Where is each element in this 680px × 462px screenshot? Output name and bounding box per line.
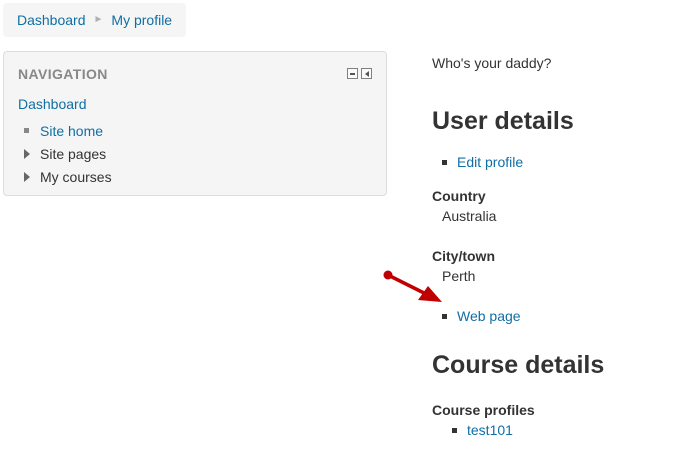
nav-item-label[interactable]: My courses: [40, 169, 112, 185]
user-details-heading: User details: [432, 107, 574, 135]
square-bullet-icon: [442, 159, 447, 165]
city-value: Perth: [442, 268, 476, 284]
breadcrumb-my-profile[interactable]: My profile: [111, 12, 172, 28]
profile-description: Who's your daddy?: [432, 55, 552, 71]
breadcrumb-dashboard[interactable]: Dashboard: [17, 12, 86, 28]
square-bullet-icon: [442, 313, 447, 319]
square-bullet-icon: [452, 427, 457, 433]
nav-item-site-pages[interactable]: Site pages: [22, 142, 112, 165]
country-value: Australia: [442, 208, 497, 224]
breadcrumb-separator: ►: [93, 13, 104, 25]
nav-item-my-courses[interactable]: My courses: [22, 165, 112, 188]
web-page-link[interactable]: Web page: [457, 308, 521, 324]
dock-icon[interactable]: [361, 68, 372, 79]
city-label: City/town: [432, 248, 495, 264]
course-details-heading: Course details: [432, 351, 605, 379]
navigation-block: NAVIGATION Dashboard Site home Site page…: [3, 51, 387, 196]
web-page-item: Web page: [442, 308, 521, 324]
collapse-icon[interactable]: [347, 68, 358, 79]
nav-item-label[interactable]: Site pages: [40, 146, 106, 162]
nav-item-dashboard[interactable]: Dashboard: [18, 96, 87, 112]
course-item: test101: [452, 422, 513, 438]
breadcrumb: Dashboard ► My profile: [3, 3, 187, 37]
course-link-test101[interactable]: test101: [467, 422, 513, 438]
square-bullet-icon: [24, 128, 29, 133]
block-controls: [347, 68, 372, 79]
nav-item-site-home[interactable]: Site home: [22, 119, 112, 142]
country-label: Country: [432, 188, 486, 204]
annotation-arrow-icon: [383, 270, 442, 302]
profile-page: Dashboard ► My profile NAVIGATION Dashbo…: [0, 0, 680, 462]
edit-profile-link[interactable]: Edit profile: [457, 154, 523, 170]
nav-item-label[interactable]: Site home: [40, 123, 103, 139]
nav-items: Site home Site pages My courses: [22, 119, 112, 188]
navigation-header: NAVIGATION: [18, 66, 108, 82]
expand-triangle-icon[interactable]: [24, 148, 30, 159]
expand-triangle-icon[interactable]: [24, 171, 30, 182]
course-profiles-label: Course profiles: [432, 402, 535, 418]
edit-profile-item: Edit profile: [442, 154, 523, 170]
